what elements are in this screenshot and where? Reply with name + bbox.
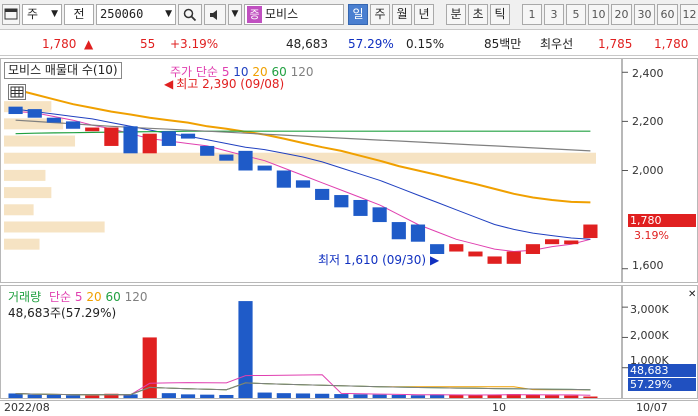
interval-button-20[interactable]: 20 xyxy=(611,4,632,25)
search-button[interactable] xyxy=(178,4,202,25)
period-label: 년 xyxy=(418,7,430,21)
interval-button-3[interactable]: 3 xyxy=(544,4,564,25)
best-price-label: 최우선 xyxy=(540,37,574,51)
period-label: 월 xyxy=(396,7,408,21)
period-tab-틱[interactable]: 틱 xyxy=(490,4,510,25)
period-label: 주 xyxy=(374,7,386,21)
last-price-tag: 1,780 xyxy=(628,214,696,227)
volume-rate-tag: 57.29% xyxy=(628,378,696,391)
chevron-down-icon: ▼ xyxy=(51,9,58,19)
period-tab-월[interactable]: 월 xyxy=(392,4,412,25)
volume-legend: 거래량 단순 5 20 60 120 xyxy=(8,288,147,305)
volume-tick: 3,000K xyxy=(630,303,669,316)
interval-button-10[interactable]: 10 xyxy=(588,4,609,25)
x-axis-bar xyxy=(0,400,698,416)
chevron-down-button[interactable]: ▼ xyxy=(228,4,242,25)
vol-ma20-legend: 20 xyxy=(86,290,102,304)
interval-label: 5 xyxy=(572,8,580,21)
volume-tick: 2,000K xyxy=(630,329,669,342)
bid-price: 1,780 xyxy=(654,37,689,51)
interval-button-12[interactable]: 12 xyxy=(680,4,698,25)
period-tab-일[interactable]: 일 xyxy=(348,4,368,25)
interval-label: 20 xyxy=(614,8,629,21)
change-rate: +3.19% xyxy=(170,37,219,51)
price-change: 55 xyxy=(140,37,156,51)
left-arrow-icon: ◀ xyxy=(164,77,174,91)
interval-button-60[interactable]: 60 xyxy=(657,4,678,25)
interval-label: 12 xyxy=(682,8,697,21)
vol-ma5-legend: 5 xyxy=(74,290,83,304)
interval-button-30[interactable]: 30 xyxy=(634,4,655,25)
low-note: 최저 1,610 (09/30) xyxy=(318,253,427,267)
search-icon xyxy=(183,8,197,22)
volume-value-tag: 48,683 xyxy=(628,364,696,377)
volume-current: 48,683주(57.29%) xyxy=(8,306,117,320)
period-tab-분[interactable]: 분 xyxy=(446,4,466,25)
price-tick: 2,000 xyxy=(632,164,664,177)
current-price: 1,780 xyxy=(42,37,77,51)
interval-button-1[interactable]: 1 xyxy=(522,4,542,25)
interval-label: 10 xyxy=(591,8,606,21)
period-label: 틱 xyxy=(494,7,506,21)
high-annotation: ◀ 최고 2,390 (09/08) xyxy=(164,75,284,92)
quote-bar: 1,780 ▲ 55 +3.19% 48,683 57.29% 0.15% 85… xyxy=(0,32,698,56)
volume-ma-label: 단순 xyxy=(48,290,72,304)
volume-legend-title: 거래량 xyxy=(8,290,42,304)
chevron-down-icon: ▼ xyxy=(165,9,172,19)
interval-label: 1 xyxy=(528,8,536,21)
interval-label: 30 xyxy=(637,8,652,21)
sound-button[interactable] xyxy=(204,4,226,25)
period-tab-주[interactable]: 주 xyxy=(370,4,390,25)
stock-code-value: 250060 xyxy=(100,7,144,21)
stock-name: 모비스 xyxy=(265,7,299,21)
vol-ma120-legend: 120 xyxy=(124,290,148,304)
right-arrow-icon: ▶ xyxy=(430,253,440,267)
x-axis-label: 2022/08 xyxy=(4,401,50,414)
interval-label: 60 xyxy=(660,8,675,21)
period-label: 초 xyxy=(472,7,484,21)
market-badge: 증 xyxy=(247,6,262,23)
type-select-value: 전 xyxy=(73,7,85,21)
volume-value: 48,683 xyxy=(286,37,328,51)
ma120-legend: 120 xyxy=(290,65,314,79)
speaker-icon xyxy=(210,10,217,20)
type-select[interactable]: 전 xyxy=(64,4,94,25)
period-label: 일 xyxy=(352,7,364,21)
price-chart-panel[interactable] xyxy=(0,58,622,283)
price-tick: 2,200 xyxy=(632,115,664,128)
series-legend-box[interactable]: 모비스 매물대 수(10) xyxy=(4,62,122,79)
series-legend-label: 모비스 매물대 수(10) xyxy=(8,63,118,77)
window-icon[interactable] xyxy=(2,4,20,25)
market-select-value: 주 xyxy=(27,7,39,21)
up-arrow-icon: ▲ xyxy=(84,37,94,51)
x-axis-label: 10/07 xyxy=(636,401,668,414)
stock-code-input[interactable]: 250060 ▼ xyxy=(96,4,176,25)
low-annotation: 최저 1,610 (09/30) ▶ xyxy=(318,251,439,268)
high-note: 최고 2,390 (09/08) xyxy=(176,77,285,91)
interval-label: 3 xyxy=(550,8,558,21)
table-icon[interactable] xyxy=(8,84,26,100)
volume-ratio: 57.29% xyxy=(348,37,394,51)
market-select[interactable]: 주 ▼ xyxy=(22,4,62,25)
period-label: 분 xyxy=(450,7,462,21)
turnover-rate: 0.15% xyxy=(406,37,445,51)
period-tab-초[interactable]: 초 xyxy=(468,4,488,25)
trade-amount: 85백만 xyxy=(484,37,522,51)
stock-name-field[interactable]: 증 모비스 xyxy=(244,4,344,25)
last-rate-tag: 3.19% xyxy=(634,229,669,242)
price-tick: 1,600 xyxy=(632,259,664,272)
period-tab-년[interactable]: 년 xyxy=(414,4,434,25)
volume-axis-collapse-icon[interactable]: ✕ xyxy=(688,289,696,300)
price-tick: 2,400 xyxy=(632,67,664,80)
ask-price: 1,785 xyxy=(598,37,633,51)
x-axis-label: 10 xyxy=(492,401,506,414)
chart-toolbar: 주 ▼ 전 250060 ▼ ▼ 증 모비스 일 주 월 년 분 초 틱 1 3 … xyxy=(0,0,698,30)
vol-ma60-legend: 60 xyxy=(105,290,121,304)
interval-button-5[interactable]: 5 xyxy=(566,4,586,25)
